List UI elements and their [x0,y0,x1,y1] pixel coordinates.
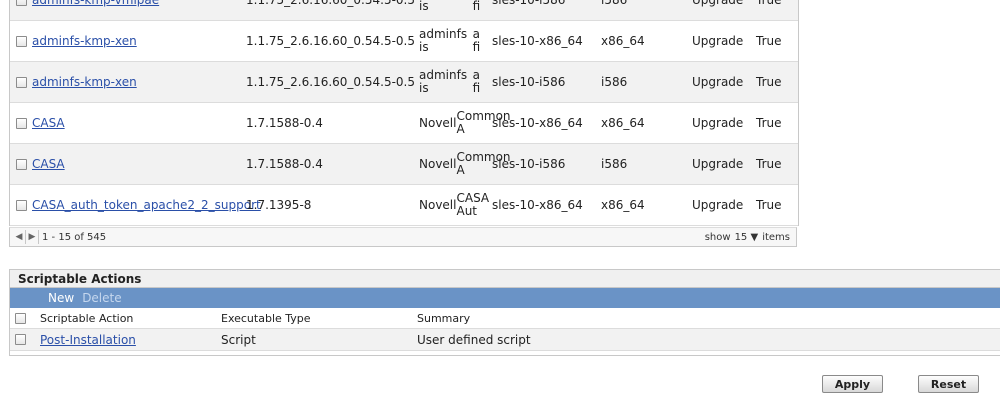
row-checkbox[interactable] [16,185,27,225]
table-row: Post-Installation Script User defined sc… [10,329,1000,351]
package-arch: i586 [601,157,628,171]
panel-toolbar: New Delete [10,288,1000,308]
package-os: sles-10-x86_64 [492,116,583,130]
package-link[interactable]: adminfs-kmp-vmipae [32,0,159,7]
package-os: sles-10-x86_64 [492,34,583,48]
row-checkbox[interactable] [16,62,27,102]
package-version: 1.1.75_2.6.16.60_0.54.5-0.5 [246,34,416,48]
package-link[interactable]: CASA_auth_token_apache2_2_support [32,198,261,212]
row-checkbox[interactable] [16,0,27,20]
pager-range: 1 - 15 of 545 [42,231,107,243]
package-table: adminfs-kmp-vmipae 1.1.75_2.6.16.60_0.54… [9,0,799,226]
table-row: adminfs-kmp-xen 1.1.75_2.6.16.60_0.54.5-… [10,62,798,103]
chevron-left-icon[interactable]: ◀ [13,232,25,242]
package-link[interactable]: adminfs-kmp-xen [32,34,137,48]
apply-button[interactable]: Apply [822,375,883,393]
table-pager: ◀ ▶ 1 - 15 of 545 show 15 ▼ items [9,227,797,247]
package-link[interactable]: adminfs-kmp-xen [32,75,137,89]
row-checkbox[interactable] [16,21,27,61]
package-is-new: True [756,198,782,212]
row-checkbox[interactable] [16,103,27,143]
row-checkbox[interactable] [15,329,26,350]
action-link[interactable]: Post-Installation [40,333,136,347]
column-header-action[interactable]: Scriptable Action [40,308,133,328]
package-arch: x86_64 [601,198,645,212]
package-arch: x86_64 [601,34,645,48]
package-action: Upgrade [692,0,744,7]
show-label: show [704,231,731,243]
package-is-new: True [756,75,782,89]
package-description: Novell CASA Aut [419,191,490,218]
select-all-checkbox[interactable] [15,308,26,328]
package-os: sles-10-i586 [492,157,566,171]
table-row: CASA_auth_token_apache2_2_support 1.7.13… [10,185,798,226]
package-version: 1.7.1395-8 [246,198,312,212]
package-is-new: True [756,34,782,48]
table-row: CASA 1.7.1588-0.4 Novell Common A sles-10… [10,103,798,144]
scriptable-actions-panel: Scriptable Actions New Delete Scriptable… [9,269,1000,356]
package-description: Novell Common A [419,150,511,177]
package-arch: i586 [601,75,628,89]
table-row: adminfs-kmp-vmipae 1.1.75_2.6.16.60_0.54… [10,0,798,21]
chevron-down-icon: ▼ [750,231,759,243]
table-row: adminfs-kmp-xen 1.1.75_2.6.16.60_0.54.5-… [10,21,798,62]
table-header: Scriptable Action Executable Type Summar… [10,308,1000,329]
package-action: Upgrade [692,157,744,171]
package-arch: x86_64 [601,116,645,130]
action-summary: User defined script [417,332,531,347]
delete-button[interactable]: Delete [82,291,121,305]
package-os: sles-10-i586 [492,75,566,89]
column-header-summary[interactable]: Summary [417,308,470,328]
package-link[interactable]: CASA [32,116,65,130]
executable-type: Script [221,332,256,347]
package-action: Upgrade [692,116,744,130]
pager-divider [38,230,39,244]
column-header-type[interactable]: Executable Type [221,308,311,328]
table-row: CASA 1.7.1588-0.4 Novell Common A sles-10… [10,144,798,185]
package-version: 1.1.75_2.6.16.60_0.54.5-0.5 [246,0,416,7]
package-is-new: True [756,157,782,171]
package-action: Upgrade [692,75,744,89]
items-label: items [762,231,790,243]
panel-title: Scriptable Actions [10,270,1000,288]
package-description: adminfs isa fi [419,0,481,13]
package-link[interactable]: CASA [32,157,65,171]
package-arch: i586 [601,0,628,7]
package-is-new: True [756,116,782,130]
package-description: adminfs isa fi [419,68,481,95]
reset-button[interactable]: Reset [918,375,979,393]
page-size-select[interactable]: 15 ▼ [735,232,759,243]
new-button[interactable]: New [48,291,74,305]
package-os: sles-10-x86_64 [492,198,583,212]
package-action: Upgrade [692,34,744,48]
package-is-new: True [756,0,782,7]
package-description: adminfs isa fi [419,27,481,54]
package-version: 1.1.75_2.6.16.60_0.54.5-0.5 [246,75,416,89]
package-description: Novell Common A [419,109,511,136]
package-os: sles-10-i586 [492,0,566,7]
package-action: Upgrade [692,198,744,212]
row-checkbox[interactable] [16,144,27,184]
chevron-right-icon[interactable]: ▶ [26,232,38,242]
package-version: 1.7.1588-0.4 [246,157,323,171]
package-version: 1.7.1588-0.4 [246,116,323,130]
